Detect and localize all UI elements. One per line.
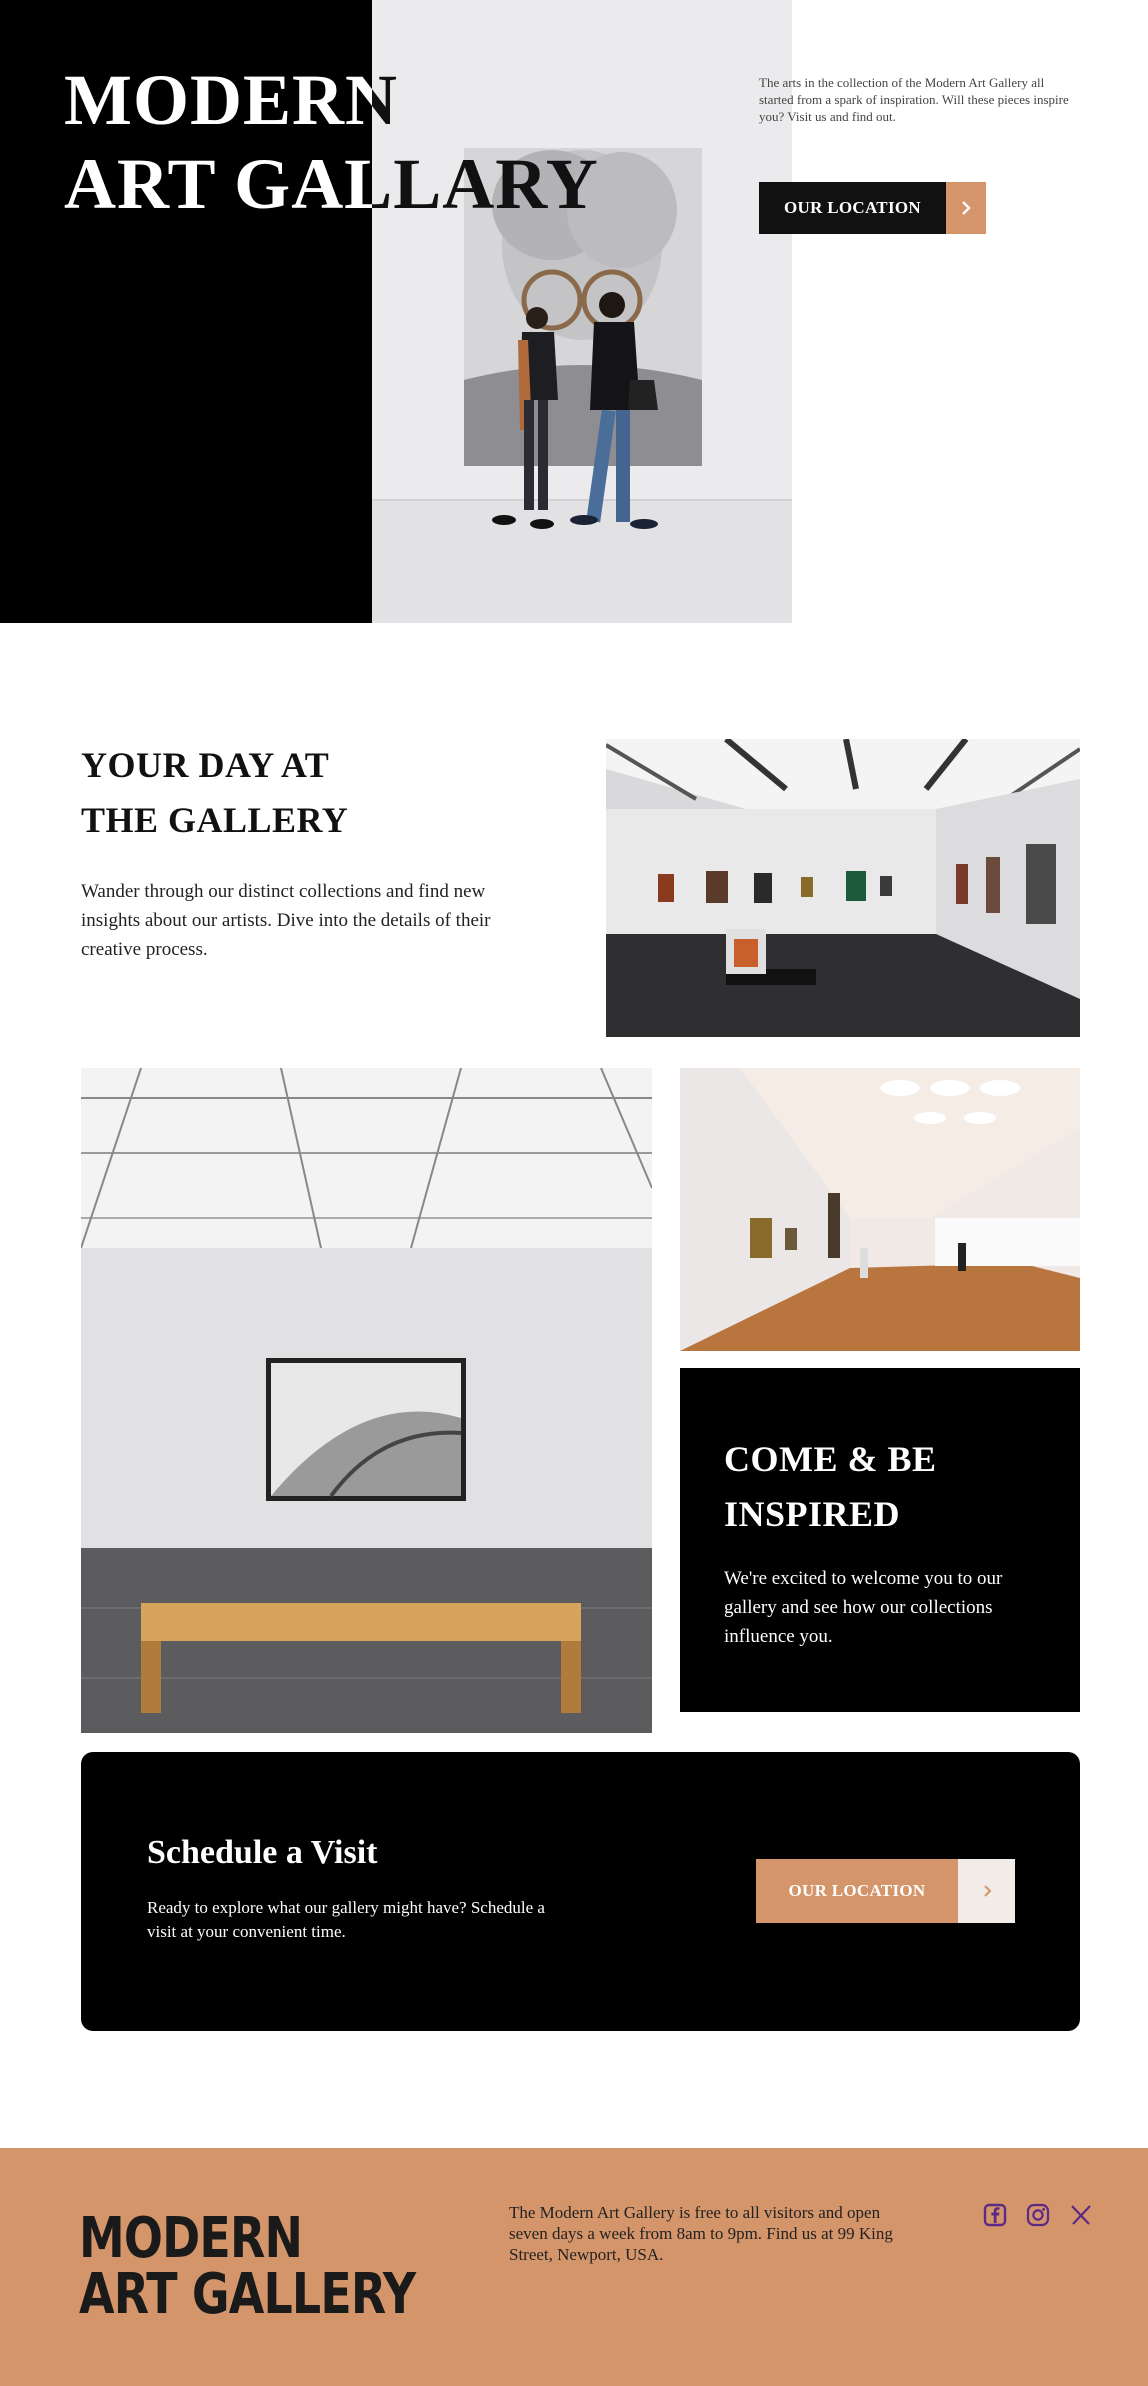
social-links <box>982 2202 1094 2228</box>
come-be-inspired-panel: COME & BE INSPIRED We're excited to welc… <box>680 1368 1080 1712</box>
schedule-title: Schedule a Visit <box>147 1834 378 1871</box>
footer-logo-line-1: MODERN <box>79 2206 303 2271</box>
chevron-right-icon[interactable] <box>946 182 986 234</box>
footer: MODERN ART GALLERY The Modern Art Galler… <box>0 2148 1148 2386</box>
gallery-corridor-image <box>680 1068 1080 1351</box>
inspired-title: COME & BE INSPIRED <box>724 1432 1036 1542</box>
x-twitter-icon[interactable] <box>1068 2202 1094 2228</box>
footer-info-text: The Modern Art Gallery is free to all vi… <box>509 2203 893 2264</box>
chevron-right-icon[interactable] <box>958 1859 1015 1923</box>
day-section-text: Wander through our distinct collections … <box>81 881 491 960</box>
gallery-bench-image <box>81 1068 652 1733</box>
gallery-hall-image <box>606 739 1080 1037</box>
hero-intro-text: The arts in the collection of the Modern… <box>759 75 1069 124</box>
day-section-title: YOUR DAY AT THE GALLERY <box>81 738 348 848</box>
inspired-text: We're excited to welcome you to our gall… <box>724 1568 1003 1647</box>
our-location-label[interactable]: OUR LOCATION <box>759 182 946 234</box>
footer-logo: MODERN ART GALLERY <box>79 2206 416 2327</box>
our-location-button[interactable]: OUR LOCATION <box>759 182 986 234</box>
day-title-line-2: THE GALLERY <box>81 800 349 840</box>
day-title-line-1: YOUR DAY AT <box>81 745 330 785</box>
schedule-visit-banner: Schedule a Visit Ready to explore what o… <box>81 1752 1080 2031</box>
inspired-title-line-1: COME & BE <box>724 1439 937 1479</box>
schedule-location-label[interactable]: OUR LOCATION <box>756 1859 958 1923</box>
schedule-text: Ready to explore what our gallery might … <box>147 1898 545 1941</box>
instagram-icon[interactable] <box>1025 2202 1051 2228</box>
schedule-location-button[interactable]: OUR LOCATION <box>756 1859 1015 1923</box>
inspired-title-line-2: INSPIRED <box>724 1494 901 1534</box>
footer-logo-line-2: ART GALLERY <box>79 2262 416 2327</box>
facebook-icon[interactable] <box>982 2202 1008 2228</box>
